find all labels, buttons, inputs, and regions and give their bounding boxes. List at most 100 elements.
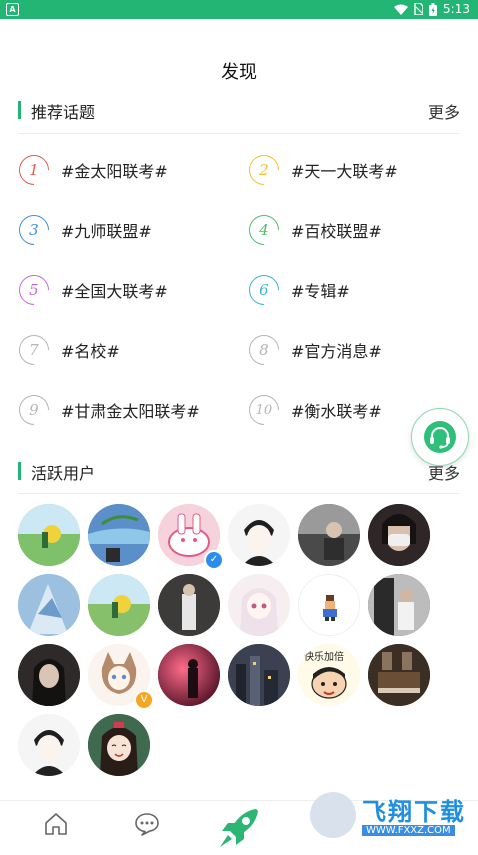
rank-circle: 2 xyxy=(242,148,286,192)
divider xyxy=(18,493,460,494)
avatar-anime-boy-icon xyxy=(18,714,80,776)
tab-home[interactable] xyxy=(43,811,69,837)
rank-number: 9 xyxy=(29,400,39,419)
app-notification-icon: A xyxy=(6,3,19,16)
avatar-anime-field-icon xyxy=(88,574,150,636)
rank-circle: 10 xyxy=(242,388,286,432)
user-avatar[interactable] xyxy=(298,504,360,566)
topic-label: #衡水联考# xyxy=(291,402,382,421)
divider xyxy=(18,133,460,134)
no-sim-icon xyxy=(414,3,424,15)
user-avatar[interactable] xyxy=(228,574,290,636)
rank-circle: 7 xyxy=(12,328,56,372)
section-accent-bar xyxy=(18,101,21,119)
topic-label: #名校# xyxy=(61,342,120,361)
topic-label: #专辑# xyxy=(291,282,350,301)
user-avatar[interactable] xyxy=(18,714,80,776)
verified-badge: ✓ xyxy=(204,550,224,570)
avatar-sky-icon xyxy=(88,504,150,566)
users-section-title: 活跃用户 xyxy=(31,464,96,483)
watermark-url: WWW.FXXZ.COM xyxy=(362,825,455,836)
avatar-anime-girl-icon xyxy=(228,574,290,636)
topic-item[interactable]: 7 #名校# xyxy=(12,328,120,372)
topic-label: #全国大联考# xyxy=(61,282,168,301)
topic-label: #九师联盟# xyxy=(61,222,152,241)
topics-more-link[interactable]: 更多 xyxy=(428,99,460,123)
avatar-city-night-icon xyxy=(228,644,290,706)
home-icon xyxy=(45,813,67,835)
user-avatar[interactable] xyxy=(228,504,290,566)
user-avatar[interactable] xyxy=(88,714,150,776)
avatar-pixel-character-icon xyxy=(299,575,359,635)
rank-number: 8 xyxy=(259,340,269,359)
user-avatar[interactable] xyxy=(368,644,430,706)
wifi-icon xyxy=(394,4,409,15)
rank-number: 6 xyxy=(259,280,269,299)
topic-label: #金太阳联考# xyxy=(61,162,168,181)
tab-discover[interactable] xyxy=(216,805,264,851)
topic-item[interactable]: 6 #专辑# xyxy=(242,268,350,312)
user-avatar[interactable] xyxy=(88,574,150,636)
topics-section-header: 推荐话题 更多 xyxy=(18,98,460,122)
topic-item[interactable]: 8 #官方消息# xyxy=(242,328,382,372)
avatar-photo-people-icon xyxy=(298,504,360,566)
topic-label: #官方消息# xyxy=(291,342,382,361)
topic-item[interactable]: 5 #全国大联考# xyxy=(12,268,168,312)
avatar-red-light-icon xyxy=(158,644,220,706)
rank-number: 3 xyxy=(29,220,39,239)
topic-item[interactable]: 4 #百校联盟# xyxy=(242,208,382,252)
topic-label: #甘肃金太阳联考# xyxy=(61,402,200,421)
user-avatar[interactable] xyxy=(18,644,80,706)
user-avatar[interactable] xyxy=(18,574,80,636)
headset-icon xyxy=(424,421,456,453)
rank-circle: 1 xyxy=(12,148,56,192)
avatar-text: 快乐加倍 xyxy=(304,652,344,663)
rank-number: 2 xyxy=(259,160,269,179)
rank-circle: 3 xyxy=(12,208,56,252)
vip-badge: V xyxy=(134,690,154,710)
topic-item[interactable]: 9 #甘肃金太阳联考# xyxy=(12,388,200,432)
user-avatar[interactable]: 快乐加倍 xyxy=(298,644,360,706)
users-more-link[interactable]: 更多 xyxy=(428,460,460,484)
rank-number: 4 xyxy=(259,220,269,239)
rank-circle: 9 xyxy=(12,388,56,432)
avatar-anime-field-icon xyxy=(18,504,80,566)
topic-label: #百校联盟# xyxy=(291,222,382,241)
watermark-logo-icon xyxy=(310,792,356,838)
user-avatar[interactable] xyxy=(158,574,220,636)
avatar-mask-girl-icon xyxy=(368,504,430,566)
user-avatar[interactable] xyxy=(158,644,220,706)
section-accent-bar xyxy=(18,462,21,480)
rank-circle: 5 xyxy=(12,268,56,312)
user-avatar[interactable] xyxy=(368,574,430,636)
user-avatar[interactable] xyxy=(88,504,150,566)
avatar-dark-girl-icon xyxy=(18,644,80,706)
tab-messages[interactable] xyxy=(134,811,160,837)
battery-icon xyxy=(429,2,438,16)
rank-number: 7 xyxy=(29,340,39,359)
avatar-doorway-icon xyxy=(368,574,430,636)
topic-item[interactable]: 1 #金太阳联考# xyxy=(12,148,168,192)
topics-section-title: 推荐话题 xyxy=(31,103,96,122)
rocket-icon xyxy=(220,809,258,847)
rank-number: 1 xyxy=(29,160,39,179)
avatar-anime-boy-icon xyxy=(228,504,290,566)
user-avatar[interactable] xyxy=(298,574,360,636)
watermark-title: 飞翔下载 xyxy=(362,798,466,826)
avatar-piano-room-icon xyxy=(368,644,430,706)
topic-item[interactable]: 10 #衡水联考# xyxy=(242,388,382,432)
avatar-dark-room-icon xyxy=(158,574,220,636)
rank-circle: 6 xyxy=(242,268,286,312)
avatar-ice-scene-icon xyxy=(18,574,80,636)
message-icon xyxy=(135,813,159,836)
users-section-header: 活跃用户 更多 xyxy=(18,459,460,483)
rank-circle: 4 xyxy=(242,208,286,252)
customer-service-button[interactable] xyxy=(411,408,469,466)
topic-item[interactable]: 3 #九师联盟# xyxy=(12,208,152,252)
user-avatar[interactable] xyxy=(368,504,430,566)
topic-item[interactable]: 2 #天一大联考# xyxy=(242,148,398,192)
page-title: 发现 xyxy=(221,62,257,83)
user-avatar[interactable] xyxy=(18,504,80,566)
site-watermark: 飞翔下载 WWW.FXXZ.COM xyxy=(310,792,470,842)
user-avatar[interactable] xyxy=(228,644,290,706)
